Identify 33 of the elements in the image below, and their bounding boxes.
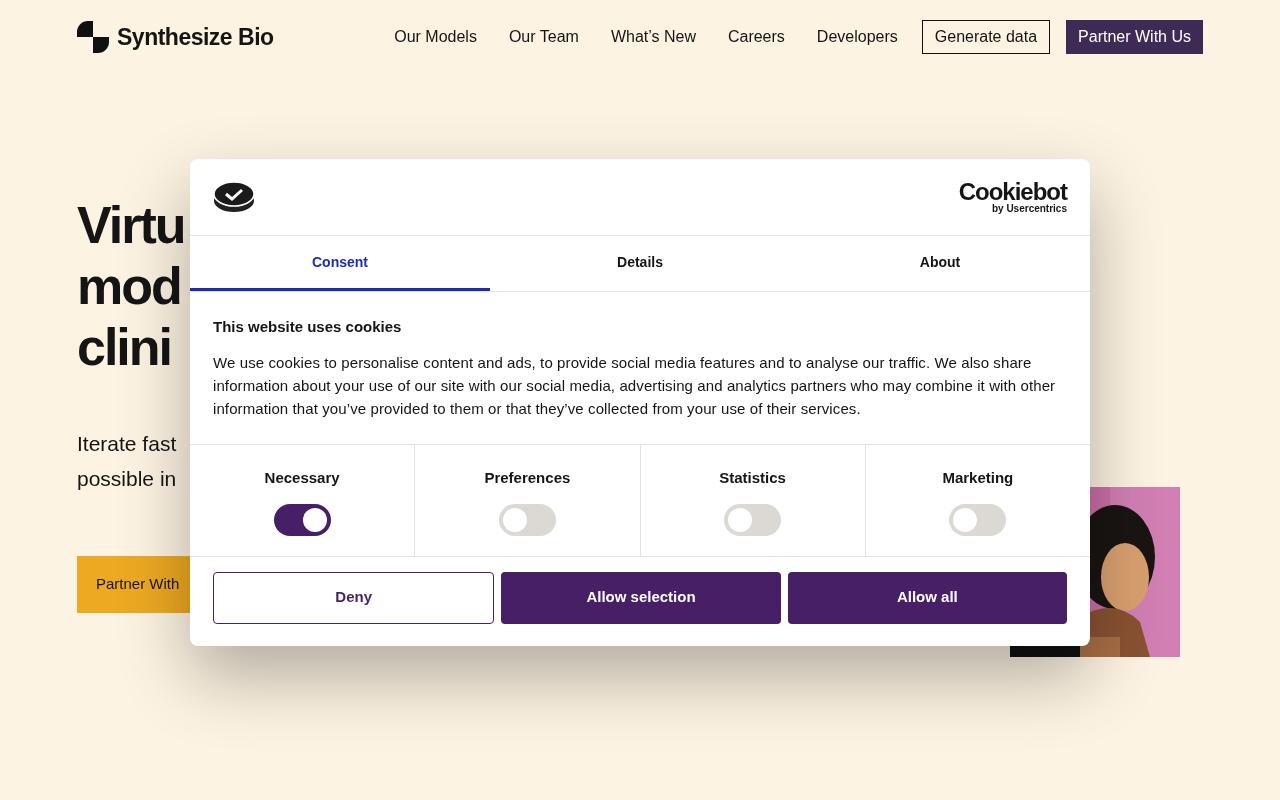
category-label: Preferences — [484, 467, 571, 488]
dialog-tab[interactable]: Consent — [190, 236, 490, 291]
nav-link[interactable]: What’s New — [610, 25, 696, 50]
dialog-body: We use cookies to personalise content and ads, to provide social media features and to analyse our traffic. We also share information about your use of our site with our social media, advertising and analytics partners who may combine it with other information that you’ve provided to them or that they’ve collected from your use of their services. — [213, 352, 1057, 419]
hero-heading: clini — [77, 316, 172, 378]
dialog-tab[interactable]: Details — [490, 236, 790, 291]
nav-link[interactable]: Careers — [727, 25, 785, 50]
category-label: Statistics — [719, 467, 786, 488]
dialog-title: This website uses cookies — [213, 317, 403, 337]
hero-subtitle: possible in — [77, 465, 177, 492]
toggle-switch[interactable] — [498, 504, 556, 536]
nav-link[interactable]: Our Models — [394, 25, 477, 50]
hero-subtitle: Iterate fast — [77, 430, 177, 457]
toggle-switch[interactable] — [949, 504, 1007, 536]
dialog-button[interactable]: Allow all — [787, 571, 1067, 624]
nav-link[interactable]: Our Team — [508, 25, 579, 50]
dialog-button[interactable]: Deny — [213, 571, 495, 624]
cookiebot-subtitle: by Usercentrics — [991, 204, 1067, 214]
cookie-check-icon — [213, 181, 255, 213]
logo-icon — [77, 21, 109, 54]
category-label: Necessary — [264, 467, 340, 488]
category-label: Marketing — [942, 467, 1014, 488]
hero-heading: Virtu — [77, 194, 185, 256]
brand-name[interactable]: Synthesize Bio — [117, 20, 274, 55]
nav-link[interactable]: Developers — [816, 25, 898, 50]
nav-button[interactable]: Generate data — [921, 20, 1051, 55]
toggle-switch[interactable] — [273, 504, 331, 536]
nav-button[interactable]: Partner With Us — [1066, 20, 1203, 55]
dialog-button[interactable]: Allow selection — [501, 571, 781, 624]
toggle-switch[interactable] — [724, 504, 782, 536]
hero-heading: mod — [77, 255, 181, 317]
dialog-tab[interactable]: About — [790, 236, 1090, 291]
cookiebot-logo: Cookiebot — [958, 180, 1067, 204]
